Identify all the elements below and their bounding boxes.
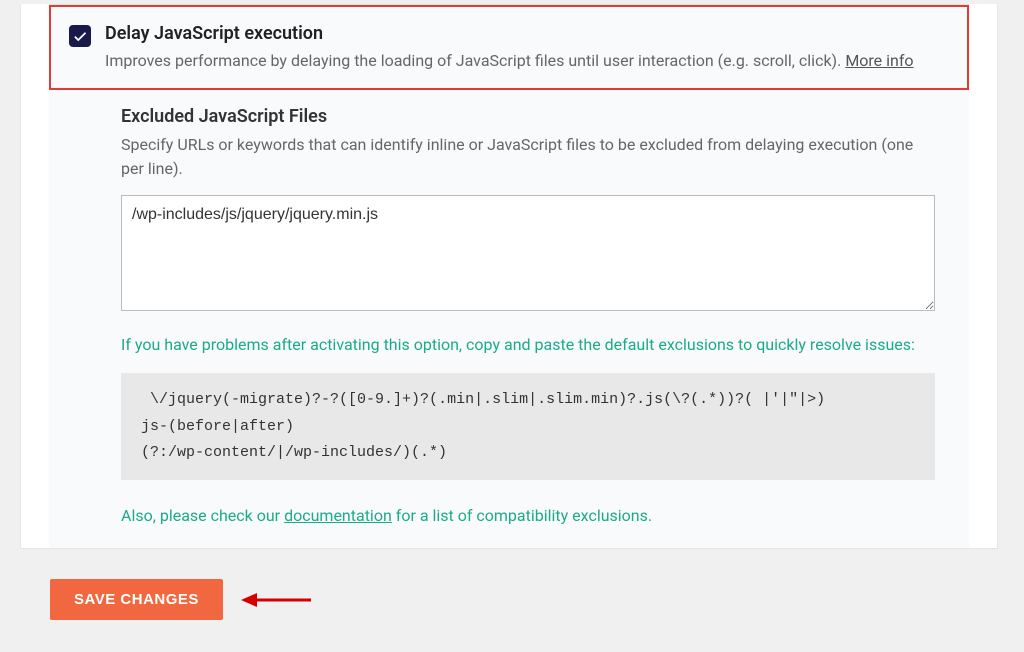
- delay-js-checkbox[interactable]: [69, 25, 91, 47]
- excluded-title: Excluded JavaScript Files: [121, 106, 935, 127]
- save-changes-button[interactable]: SAVE CHANGES: [50, 579, 223, 620]
- arrow-pointer-icon: [241, 592, 311, 608]
- excluded-files-textarea[interactable]: [121, 195, 935, 311]
- help-text-documentation: Also, please check our documentation for…: [121, 504, 935, 528]
- default-exclusions-code: \/jquery(-migrate)?-?([0-9.]+)?(.min|.sl…: [121, 373, 935, 480]
- delay-js-option-row: Delay JavaScript execution Improves perf…: [49, 5, 969, 90]
- check-icon: [73, 29, 87, 43]
- option-description: Improves performance by delaying the loa…: [105, 50, 951, 72]
- documentation-link[interactable]: documentation: [284, 506, 392, 525]
- more-info-link[interactable]: More info: [845, 51, 913, 70]
- settings-panel: Delay JavaScript execution Improves perf…: [20, 4, 998, 549]
- excluded-description: Specify URLs or keywords that can identi…: [121, 133, 935, 181]
- option-title: Delay JavaScript execution: [105, 23, 951, 44]
- help-text-exclusions: If you have problems after activating th…: [121, 333, 935, 357]
